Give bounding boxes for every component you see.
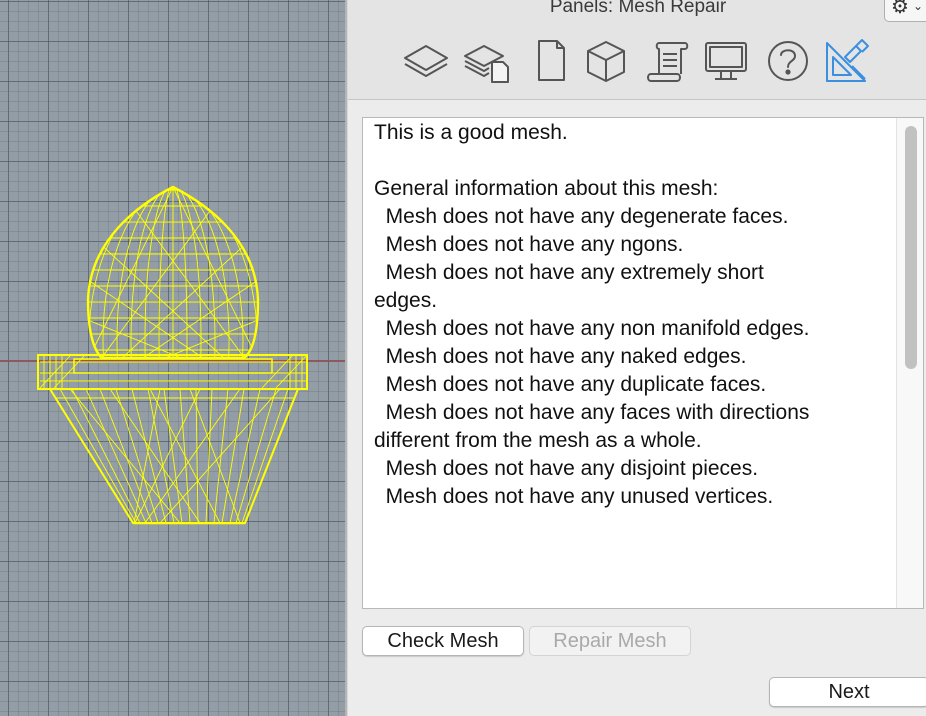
scrollbar-track[interactable] xyxy=(896,118,923,608)
mesh-wireframe[interactable] xyxy=(0,0,345,716)
scrollbar-thumb[interactable] xyxy=(905,126,917,369)
next-button[interactable]: Next xyxy=(769,677,926,707)
viewport[interactable] xyxy=(0,0,345,716)
panel-title: Panels: Mesh Repair xyxy=(549,0,727,17)
scroll-icon[interactable] xyxy=(645,38,691,84)
panel-header: Panels: Mesh Repair ⚙ ⌄ xyxy=(348,0,926,100)
repair-tools-icon[interactable] xyxy=(824,38,870,84)
repair-mesh-button: Repair Mesh xyxy=(529,626,691,656)
mesh-repair-panel: Panels: Mesh Repair ⚙ ⌄ This is a good m… xyxy=(348,0,926,716)
display-icon[interactable] xyxy=(703,38,749,84)
options-menu-button[interactable]: ⚙ ⌄ xyxy=(884,0,926,22)
layers-document-icon[interactable] xyxy=(463,38,509,84)
gear-icon: ⚙ xyxy=(891,0,909,18)
chevron-down-icon: ⌄ xyxy=(913,0,924,13)
document-icon[interactable] xyxy=(528,38,574,84)
layers-icon[interactable] xyxy=(403,38,449,84)
mesh-report-textarea[interactable]: This is a good mesh. General information… xyxy=(362,117,924,609)
mesh-report-text: This is a good mesh. General information… xyxy=(374,121,810,508)
cube-icon[interactable] xyxy=(583,38,629,84)
check-mesh-button[interactable]: Check Mesh xyxy=(362,626,524,656)
help-icon[interactable] xyxy=(765,38,811,84)
